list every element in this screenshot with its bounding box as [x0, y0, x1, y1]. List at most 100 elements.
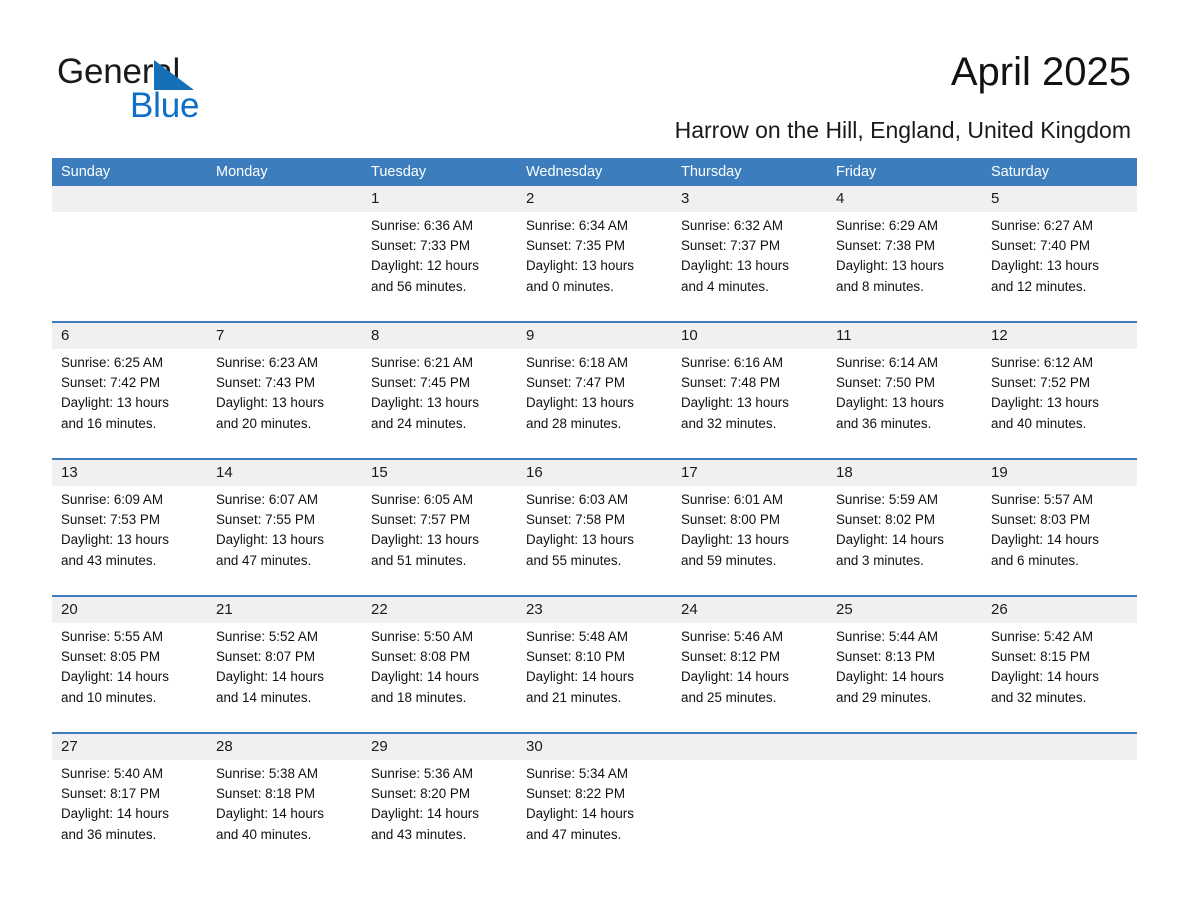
day-cell[interactable]: Sunrise: 5:59 AM Sunset: 8:02 PM Daylight:… — [827, 486, 982, 595]
sunrise-text: Sunrise: 5:57 AM — [991, 492, 1093, 507]
day-number[interactable]: 27 — [52, 734, 207, 760]
day-cell[interactable]: Sunrise: 6:05 AM Sunset: 7:57 PM Daylight:… — [362, 486, 517, 595]
daylight-text: Daylight: 14 hours — [371, 806, 479, 822]
daylight-text: and 14 minutes. — [216, 689, 312, 705]
day-cell[interactable]: Sunrise: 6:36 AM Sunset: 7:33 PM Daylight:… — [362, 212, 517, 321]
day-number[interactable]: 24 — [672, 597, 827, 623]
day-number[interactable]: 11 — [827, 323, 982, 349]
daylight-text: and 8 minutes. — [836, 278, 924, 294]
day-cell[interactable]: Sunrise: 5:34 AM Sunset: 8:22 PM Daylight:… — [517, 760, 672, 864]
day-number[interactable]: 16 — [517, 460, 672, 486]
day-cell[interactable]: Sunrise: 6:14 AM Sunset: 7:50 PM Daylight:… — [827, 349, 982, 458]
day-cell[interactable]: Sunrise: 6:03 AM Sunset: 7:58 PM Daylight:… — [517, 486, 672, 595]
sunrise-text: Sunrise: 5:44 AM — [836, 629, 938, 644]
sunset-text: Sunset: 8:17 PM — [61, 786, 160, 802]
day-cell[interactable]: Sunrise: 5:42 AM Sunset: 8:15 PM Daylight:… — [982, 623, 1137, 732]
day-cell[interactable]: Sunrise: 5:36 AM Sunset: 8:20 PM Daylight:… — [362, 760, 517, 864]
generalblue-logo[interactable]: General Blue — [57, 52, 357, 130]
day-cell[interactable]: Sunrise: 5:55 AM Sunset: 8:05 PM Daylight:… — [52, 623, 207, 732]
day-cell[interactable]: Sunrise: 6:12 AM Sunset: 7:52 PM Daylight:… — [982, 349, 1137, 458]
daylight-text: and 12 minutes. — [991, 278, 1087, 294]
daylight-text: Daylight: 14 hours — [526, 669, 634, 685]
weekday-header-friday: Friday — [836, 164, 877, 180]
day-number[interactable]: 7 — [207, 323, 362, 349]
day-cell[interactable]: Sunrise: 6:27 AM Sunset: 7:40 PM Daylight:… — [982, 212, 1137, 321]
day-cell[interactable]: Sunrise: 5:44 AM Sunset: 8:13 PM Daylight:… — [827, 623, 982, 732]
day-number[interactable]: 13 — [52, 460, 207, 486]
day-number[interactable]: 28 — [207, 734, 362, 760]
day-cell[interactable]: Sunrise: 6:16 AM Sunset: 7:48 PM Daylight:… — [672, 349, 827, 458]
day-number[interactable]: 12 — [982, 323, 1137, 349]
day-cell[interactable]: Sunrise: 6:32 AM Sunset: 7:37 PM Daylight:… — [672, 212, 827, 321]
day-number-empty — [982, 734, 1137, 760]
day-cell[interactable]: Sunrise: 5:38 AM Sunset: 8:18 PM Daylight:… — [207, 760, 362, 864]
sunset-text: Sunset: 7:50 PM — [836, 375, 935, 391]
weekday-header-thursday: Thursday — [681, 164, 742, 180]
sunrise-text: Sunrise: 6:14 AM — [836, 355, 938, 370]
day-number[interactable]: 14 — [207, 460, 362, 486]
day-number[interactable]: 2 — [517, 186, 672, 212]
day-number[interactable]: 18 — [827, 460, 982, 486]
day-number[interactable]: 22 — [362, 597, 517, 623]
sunrise-text: Sunrise: 6:32 AM — [681, 218, 783, 233]
day-number-empty — [672, 734, 827, 760]
day-cell[interactable]: Sunrise: 5:46 AM Sunset: 8:12 PM Daylight:… — [672, 623, 827, 732]
day-number[interactable]: 5 — [982, 186, 1137, 212]
day-cell[interactable]: Sunrise: 6:25 AM Sunset: 7:42 PM Daylight:… — [52, 349, 207, 458]
day-cell[interactable]: Sunrise: 6:07 AM Sunset: 7:55 PM Daylight:… — [207, 486, 362, 595]
daylight-text: and 43 minutes. — [61, 552, 157, 568]
day-cell[interactable]: Sunrise: 6:21 AM Sunset: 7:45 PM Daylight:… — [362, 349, 517, 458]
daylight-text: and 43 minutes. — [371, 826, 467, 842]
calendar-table: Sunday Monday Tuesday Wednesday Thursday Frid… — [52, 158, 1137, 864]
day-number[interactable]: 26 — [982, 597, 1137, 623]
day-cell[interactable]: Sunrise: 5:52 AM Sunset: 8:07 PM Daylight:… — [207, 623, 362, 732]
weekday-header-monday: Monday — [216, 164, 268, 180]
day-cell[interactable]: Sunrise: 5:50 AM Sunset: 8:08 PM Daylight:… — [362, 623, 517, 732]
day-cell[interactable]: Sunrise: 6:34 AM Sunset: 7:35 PM Daylight:… — [517, 212, 672, 321]
sunrise-text: Sunrise: 6:18 AM — [526, 355, 628, 370]
sunrise-text: Sunrise: 6:07 AM — [216, 492, 318, 507]
sunrise-text: Sunrise: 5:52 AM — [216, 629, 318, 644]
daylight-text: Daylight: 14 hours — [61, 669, 169, 685]
page-subtitle: Harrow on the Hill, England, United King… — [674, 117, 1131, 143]
day-cell-empty — [982, 760, 1137, 864]
day-number[interactable]: 21 — [207, 597, 362, 623]
calendar-week-row: 6 7 8 9 10 11 12 Sunrise: 6:25 AM Sunset: 7:42 P… — [52, 321, 1137, 458]
daylight-text: Daylight: 13 hours — [991, 258, 1099, 274]
daylight-text: and 56 minutes. — [371, 278, 467, 294]
sunrise-text: Sunrise: 6:29 AM — [836, 218, 938, 233]
day-number[interactable]: 25 — [827, 597, 982, 623]
daylight-text: and 28 minutes. — [526, 415, 622, 431]
day-cell[interactable]: Sunrise: 6:01 AM Sunset: 8:00 PM Daylight:… — [672, 486, 827, 595]
day-number[interactable]: 15 — [362, 460, 517, 486]
day-cell[interactable]: Sunrise: 5:57 AM Sunset: 8:03 PM Daylight:… — [982, 486, 1137, 595]
day-number[interactable]: 29 — [362, 734, 517, 760]
day-number[interactable]: 8 — [362, 323, 517, 349]
day-cell[interactable]: Sunrise: 6:29 AM Sunset: 7:38 PM Daylight:… — [827, 212, 982, 321]
page-header: General Blue April 2025 Harrow on the Hi… — [0, 0, 1188, 155]
day-number[interactable]: 9 — [517, 323, 672, 349]
daylight-text: and 10 minutes. — [61, 689, 157, 705]
day-number[interactable]: 4 — [827, 186, 982, 212]
week-detail-band: Sunrise: 6:36 AM Sunset: 7:33 PM Daylight:… — [52, 212, 1137, 321]
sunset-text: Sunset: 7:45 PM — [371, 375, 470, 391]
day-cell[interactable]: Sunrise: 5:48 AM Sunset: 8:10 PM Daylight:… — [517, 623, 672, 732]
day-cell[interactable]: Sunrise: 5:40 AM Sunset: 8:17 PM Daylight:… — [52, 760, 207, 864]
day-number[interactable]: 17 — [672, 460, 827, 486]
daylight-text: Daylight: 13 hours — [61, 395, 169, 411]
day-number[interactable]: 30 — [517, 734, 672, 760]
day-cell[interactable]: Sunrise: 6:23 AM Sunset: 7:43 PM Daylight:… — [207, 349, 362, 458]
daylight-text: Daylight: 14 hours — [526, 806, 634, 822]
day-number[interactable]: 6 — [52, 323, 207, 349]
daylight-text: Daylight: 14 hours — [836, 669, 944, 685]
daylight-text: Daylight: 13 hours — [371, 532, 479, 548]
day-number[interactable]: 19 — [982, 460, 1137, 486]
sunset-text: Sunset: 8:10 PM — [526, 649, 625, 665]
day-number[interactable]: 20 — [52, 597, 207, 623]
day-number[interactable]: 3 — [672, 186, 827, 212]
day-number[interactable]: 23 — [517, 597, 672, 623]
day-number[interactable]: 1 — [362, 186, 517, 212]
day-number[interactable]: 10 — [672, 323, 827, 349]
day-cell[interactable]: Sunrise: 6:18 AM Sunset: 7:47 PM Daylight:… — [517, 349, 672, 458]
day-cell[interactable]: Sunrise: 6:09 AM Sunset: 7:53 PM Daylight:… — [52, 486, 207, 595]
